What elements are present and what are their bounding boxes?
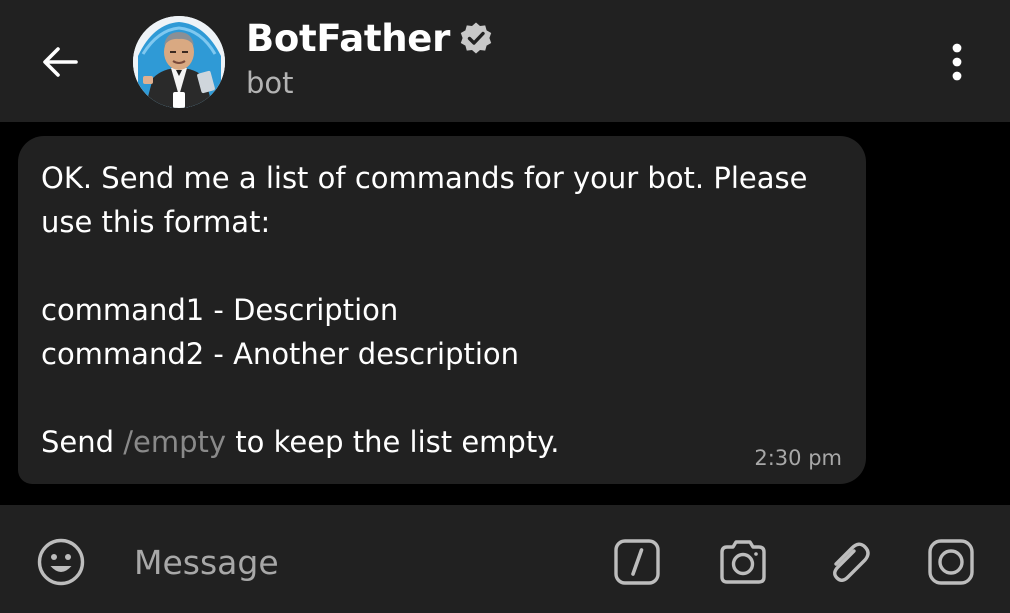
bot-commands-button[interactable] <box>610 535 664 589</box>
chat-header: BotFather bot <box>0 0 1010 122</box>
attach-button[interactable] <box>822 535 876 589</box>
back-button[interactable] <box>36 38 84 86</box>
message-composer <box>0 505 1010 613</box>
video-message-icon <box>928 539 974 585</box>
incoming-message-bubble[interactable]: OK. Send me a list of commands for your … <box>18 136 866 484</box>
chat-title: BotFather <box>246 16 451 60</box>
message-line: OK. Send me a list of commands for your … <box>41 161 808 195</box>
verified-badge-icon <box>458 20 494 56</box>
more-options-button[interactable] <box>937 38 977 86</box>
message-text: to keep the list empty. <box>226 425 560 459</box>
title-row[interactable]: BotFather <box>246 14 494 62</box>
avatar[interactable] <box>133 16 225 108</box>
message-list[interactable]: OK. Send me a list of commands for your … <box>0 122 1010 505</box>
message-line: command2 - Another description <box>41 337 520 371</box>
emoji-icon <box>37 538 85 586</box>
video-message-button[interactable] <box>924 535 978 589</box>
slash-commands-icon <box>614 539 660 585</box>
botfather-avatar-image <box>133 16 225 108</box>
message-last-line: Send /empty to keep the list empty. <box>41 420 842 464</box>
message-line: use this format: <box>41 205 271 239</box>
arrow-left-icon <box>43 47 78 77</box>
message-text: Send <box>41 425 124 459</box>
camera-icon <box>720 540 766 584</box>
emoji-button[interactable] <box>34 535 88 589</box>
chat-subtitle: bot <box>246 66 294 100</box>
paperclip-icon <box>833 542 870 582</box>
message-timestamp: 2:30 pm <box>754 446 842 470</box>
more-vertical-icon <box>952 43 962 81</box>
empty-command-link[interactable]: /empty <box>123 425 226 459</box>
message-line: command1 - Description <box>41 293 399 327</box>
camera-button[interactable] <box>716 535 770 589</box>
message-input[interactable] <box>134 535 574 589</box>
